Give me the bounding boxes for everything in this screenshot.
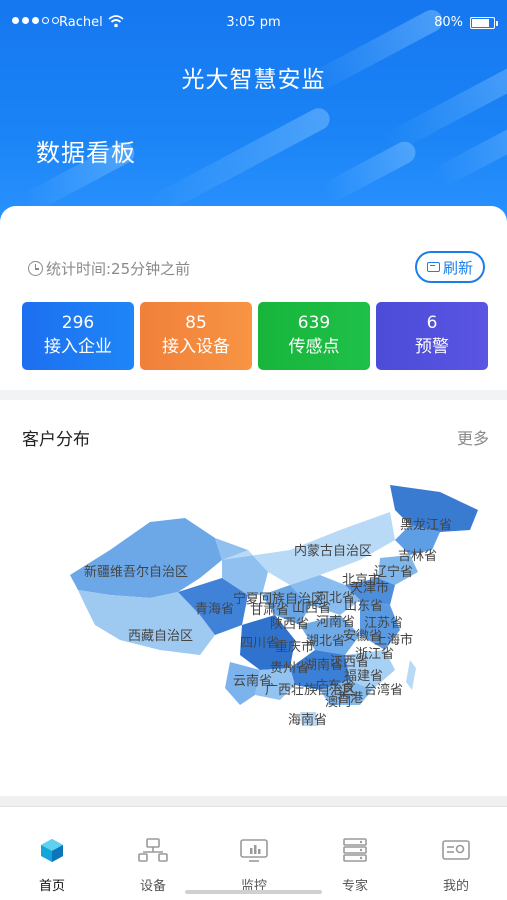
stat-label: 接入企业 bbox=[44, 337, 112, 357]
tab-home[interactable]: 首页 bbox=[22, 837, 82, 894]
distribution-title: 客户分布 bbox=[22, 430, 90, 450]
map-label: 山西省 bbox=[292, 601, 331, 616]
decor-stripe bbox=[320, 137, 420, 205]
map-label: 甘肃省 bbox=[250, 603, 289, 618]
expert-server-icon bbox=[343, 838, 367, 862]
refresh-icon bbox=[426, 262, 440, 272]
map-label: 澳门 bbox=[325, 694, 351, 710]
tab-bar: 首页 设备 监控 专家 我的 bbox=[0, 806, 507, 900]
map-label: 江西省 bbox=[330, 655, 369, 670]
battery-percent: 80% bbox=[434, 15, 463, 30]
section-divider bbox=[0, 796, 507, 806]
map-label: 内蒙古自治区 bbox=[294, 543, 372, 559]
header: Rachel 3:05 pm 80% 光大智慧安监 数据看板 bbox=[0, 0, 507, 230]
stat-value: 296 bbox=[61, 313, 95, 333]
dashboard-title: 数据看板 bbox=[36, 139, 136, 167]
tab-label: 首页 bbox=[38, 879, 65, 894]
tab-expert[interactable]: 专家 bbox=[325, 837, 385, 894]
stats-card: 统计时间:25分钟之前 刷新 296 接入企业 85 接入设备 639 传感点 … bbox=[0, 206, 507, 390]
stat-value: 85 bbox=[185, 313, 207, 333]
home-indicator bbox=[185, 890, 322, 894]
china-map[interactable]: 黑龙江省 吉林省 辽宁省 内蒙古自治区 新疆维吾尔自治区 宁夏回族自治区 甘肃省… bbox=[0, 400, 507, 796]
app-title: 光大智慧安监 bbox=[181, 67, 326, 93]
map-label: 黑龙江省 bbox=[400, 518, 452, 533]
tab-monitor[interactable]: 监控 bbox=[224, 837, 284, 894]
map-label: 湖北省 bbox=[306, 634, 345, 649]
clock: 3:05 pm bbox=[226, 15, 281, 30]
tab-label: 设备 bbox=[139, 879, 166, 894]
battery-icon bbox=[470, 17, 498, 29]
tab-label: 专家 bbox=[341, 879, 368, 894]
map-label: 四川省 bbox=[240, 636, 279, 651]
stat-label: 预警 bbox=[415, 337, 449, 357]
customer-distribution-card: 黑龙江省 吉林省 辽宁省 内蒙古自治区 新疆维吾尔自治区 宁夏回族自治区 甘肃省… bbox=[0, 400, 507, 796]
map-label: 西藏自治区 bbox=[128, 629, 193, 644]
map-label: 陕西省 bbox=[270, 617, 309, 632]
stat-tile-devices[interactable]: 85 接入设备 bbox=[140, 302, 252, 370]
more-link[interactable]: 更多 bbox=[457, 425, 489, 449]
map-label: 新疆维吾尔自治区 bbox=[84, 564, 188, 580]
map-label: 上海市 bbox=[374, 632, 413, 648]
map-label: 青海省 bbox=[195, 602, 234, 617]
stat-label: 接入设备 bbox=[162, 337, 230, 357]
clock-icon bbox=[28, 261, 43, 276]
tab-profile[interactable]: 我的 bbox=[426, 837, 486, 894]
map-label: 吉林省 bbox=[398, 549, 437, 564]
decor-stripe bbox=[146, 104, 334, 218]
device-network-icon bbox=[138, 838, 168, 862]
map-label: 河南省 bbox=[316, 614, 355, 630]
stat-label: 传感点 bbox=[288, 337, 340, 357]
map-label: 海南省 bbox=[288, 712, 327, 728]
stats-time: 统计时间:25分钟之前 bbox=[28, 258, 190, 279]
refresh-label: 刷新 bbox=[442, 258, 473, 277]
stat-value: 639 bbox=[297, 313, 331, 333]
stat-tiles: 296 接入企业 85 接入设备 639 传感点 6 预警 bbox=[22, 302, 488, 370]
region-shape bbox=[406, 660, 416, 690]
map-label: 天津市 bbox=[350, 580, 389, 596]
stat-tile-sensors[interactable]: 639 传感点 bbox=[258, 302, 370, 370]
stat-tile-enterprises[interactable]: 296 接入企业 bbox=[22, 302, 134, 370]
map-label: 台湾省 bbox=[364, 682, 403, 698]
map-label: 江苏省 bbox=[364, 615, 403, 631]
stat-tile-alerts[interactable]: 6 预警 bbox=[376, 302, 488, 370]
home-cube-icon bbox=[41, 839, 63, 862]
status-bar: Rachel 3:05 pm 80% bbox=[0, 0, 507, 46]
monitor-icon bbox=[240, 839, 268, 862]
stat-value: 6 bbox=[426, 313, 438, 333]
refresh-button[interactable]: 刷新 bbox=[415, 251, 485, 283]
profile-card-icon bbox=[442, 840, 470, 860]
stats-time-label: 统计时间:25分钟之前 bbox=[46, 260, 191, 278]
tab-devices[interactable]: 设备 bbox=[123, 837, 183, 894]
tab-label: 我的 bbox=[442, 879, 469, 894]
